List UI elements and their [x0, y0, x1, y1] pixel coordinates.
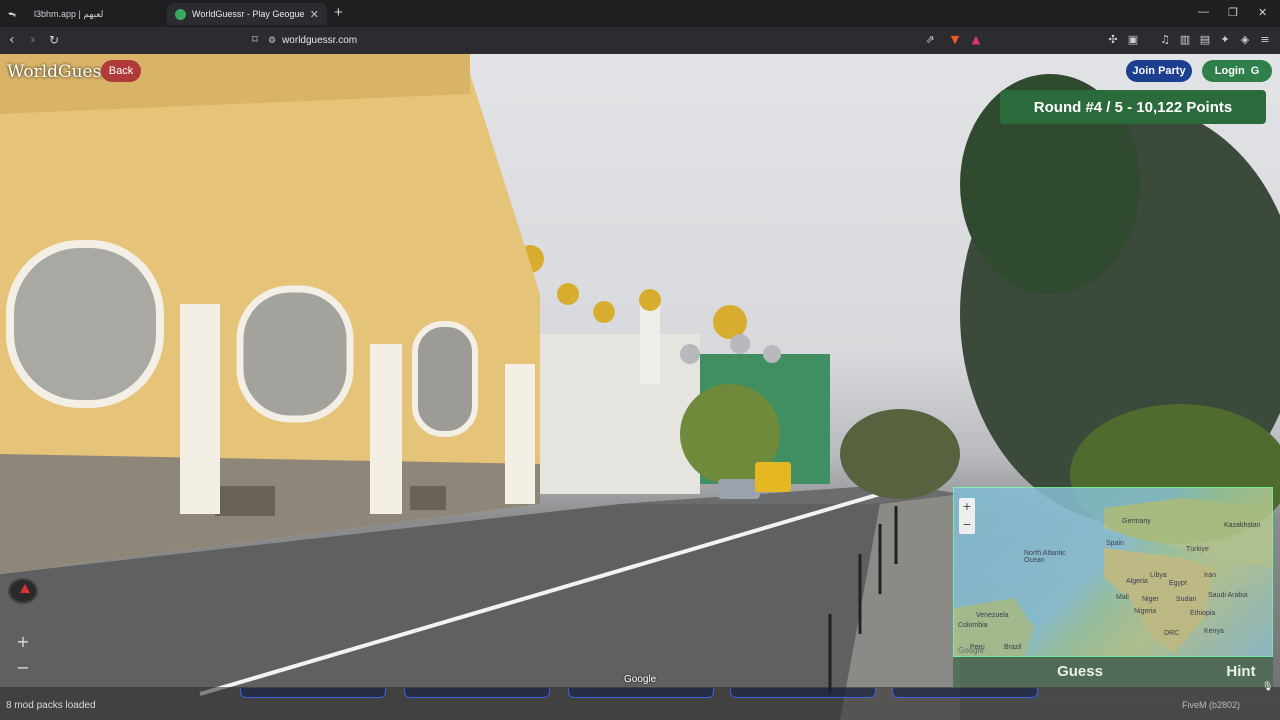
- overlay-tab[interactable]: [404, 688, 550, 698]
- tab-title: l3bhm.app | لعبهم: [34, 8, 104, 19]
- close-window-icon[interactable]: ✕: [1258, 6, 1267, 19]
- url-text: worldguessr.com: [282, 35, 358, 46]
- sidebar-icon[interactable]: ▥: [1179, 34, 1191, 46]
- map-label: Ethiopia: [1190, 610, 1216, 617]
- map-label: Colombia: [958, 622, 988, 629]
- map-label: Spain: [1106, 540, 1124, 547]
- extensions-icon[interactable]: ✣: [1107, 34, 1119, 46]
- brave-rewards-icon[interactable]: ▲: [970, 34, 982, 46]
- guess-minimap[interactable]: Germany Kazakhstan Spain Türkiye North A…: [953, 487, 1273, 657]
- screenshot-icon[interactable]: ▣: [1127, 34, 1139, 46]
- overlay-tab[interactable]: [730, 688, 876, 698]
- fivem-build-label: FiveM (b2802): [1182, 700, 1241, 710]
- map-label: Venezuela: [976, 612, 1009, 619]
- overlay-tab[interactable]: [892, 688, 1038, 698]
- map-label: Nigeria: [1134, 608, 1157, 615]
- round-score-banner: Round #4 / 5 - 10,122 Points: [1000, 90, 1266, 124]
- overlay-tab[interactable]: [240, 688, 386, 698]
- map-label: Egypt: [1169, 580, 1187, 587]
- bookmark-icon[interactable]: ⌑: [249, 34, 261, 46]
- menu-icon[interactable]: ≡: [1259, 34, 1271, 46]
- map-label: Mali: [1116, 594, 1129, 601]
- site-info-icon[interactable]: ⚙: [268, 36, 276, 46]
- compass-icon[interactable]: [8, 578, 38, 604]
- map-label: Iran: [1204, 572, 1217, 579]
- map-label: Sudan: [1176, 596, 1197, 603]
- microphone-icon: 🎙: [1262, 682, 1274, 692]
- address-bar[interactable]: ⚙ worldguessr.com: [268, 30, 988, 51]
- streetview-zoom-in-button[interactable]: +: [12, 632, 34, 651]
- map-label: Germany: [1122, 518, 1151, 525]
- map-label: Kenya: [1204, 628, 1224, 635]
- map-label: Brazil: [1004, 644, 1022, 651]
- wallet-icon[interactable]: ▤: [1199, 34, 1211, 46]
- map-label: DRC: [1164, 630, 1180, 637]
- map-label: Türkiye: [1186, 546, 1209, 553]
- brave-shields-icon[interactable]: ▼: [949, 34, 961, 46]
- maximize-icon[interactable]: ❐: [1228, 6, 1238, 19]
- forward-icon[interactable]: ›: [30, 32, 36, 48]
- join-party-button[interactable]: Join Party: [1126, 60, 1192, 82]
- back-icon[interactable]: ‹: [9, 32, 15, 48]
- reload-icon[interactable]: ↻: [49, 33, 59, 47]
- map-label: North Atlantic Ocean: [1024, 550, 1066, 564]
- map-google-watermark: Google: [958, 646, 984, 655]
- worldguessr-favicon-icon: [175, 8, 186, 20]
- map-zoom-control: + −: [959, 498, 975, 534]
- map-zoom-out-button[interactable]: −: [959, 516, 975, 534]
- map-label: Kazakhstan: [1224, 522, 1261, 529]
- back-button[interactable]: Back: [101, 60, 141, 82]
- leo-ai-icon[interactable]: ✦: [1219, 34, 1231, 46]
- login-button[interactable]: Login G: [1202, 60, 1272, 82]
- map-label: Saudi Arabia: [1208, 592, 1248, 599]
- overlay-tab[interactable]: [568, 688, 714, 698]
- login-label: Login: [1214, 65, 1245, 77]
- share-icon[interactable]: ⇗: [924, 34, 936, 46]
- street-view-panorama[interactable]: WorldGuessr Back Join Party Login G Roun…: [0, 54, 1280, 720]
- close-tab-icon[interactable]: ✕: [310, 8, 319, 21]
- brave-menu-icon[interactable]: ᯓ: [8, 8, 20, 18]
- tab-worldguessr[interactable]: WorldGuessr - Play Geoguessr fr ✕: [167, 3, 327, 25]
- browser-tab-bar: ᯓ l3bhm.app | لعبهم WorldGuessr - Play G…: [0, 0, 1280, 27]
- map-label: Algeria: [1126, 578, 1148, 585]
- map-zoom-in-button[interactable]: +: [959, 498, 975, 516]
- map-label: Niger: [1142, 596, 1159, 603]
- google-watermark: Google: [624, 674, 657, 685]
- guess-button[interactable]: Guess: [1040, 658, 1120, 684]
- hint-button[interactable]: Hint: [1214, 658, 1268, 684]
- tab-l3bhm[interactable]: l3bhm.app | لعبهم: [26, 3, 166, 25]
- streetview-zoom-out-button[interactable]: −: [12, 658, 34, 677]
- mod-packs-status: 8 mod packs loaded: [6, 700, 96, 711]
- new-tab-icon[interactable]: +: [334, 4, 343, 21]
- google-icon: G: [1250, 65, 1260, 77]
- tab-title: WorldGuessr - Play Geoguessr fr: [192, 9, 304, 19]
- media-icon[interactable]: ♫: [1159, 34, 1171, 46]
- browser-toolbar: ‹ › ↻ ⌑ ⚙ worldguessr.com ⇗ ▼ ▲ ✣ ▣ ♫ ▥ …: [0, 27, 1280, 54]
- minimap-land-shapes: [954, 498, 1272, 656]
- map-label: Libya: [1150, 572, 1167, 579]
- vpn-icon[interactable]: ◈: [1239, 34, 1251, 46]
- minimize-icon[interactable]: —: [1198, 6, 1209, 18]
